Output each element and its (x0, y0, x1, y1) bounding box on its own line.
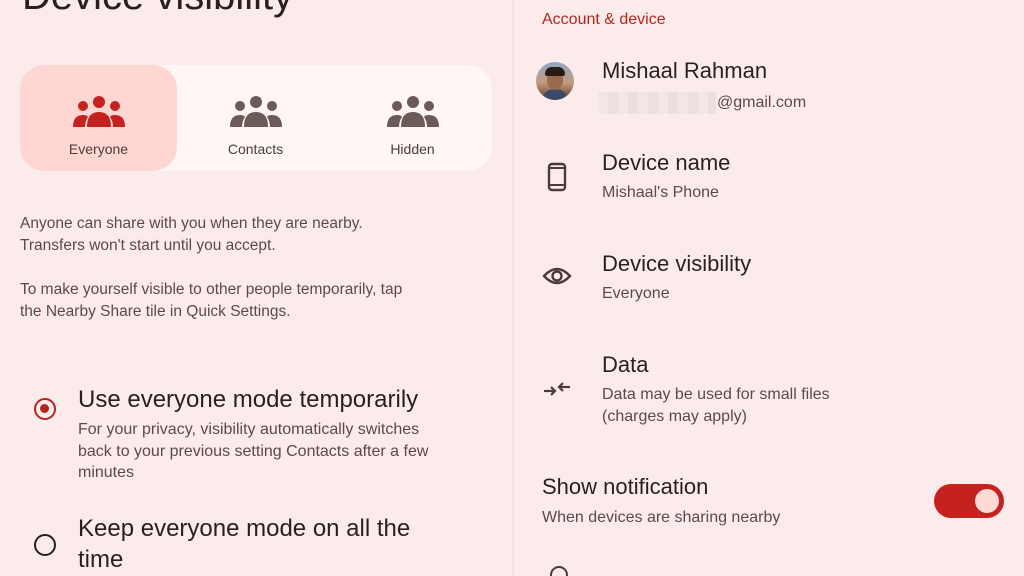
row-title: Data (602, 352, 649, 377)
redacted-email (598, 92, 716, 114)
hint-line: the Nearby Share tile in Quick Settings. (20, 303, 291, 320)
description-line: Transfers won't start until you accept. (20, 237, 276, 254)
option-description-line: minutes (78, 464, 135, 481)
device-visibility-row[interactable]: Device visibility Everyone (514, 249, 1024, 329)
option-description-line: For your privacy, visibility automatical… (78, 421, 420, 438)
segment-contacts[interactable]: Contacts (177, 65, 334, 171)
segment-label: Hidden (390, 141, 435, 157)
option-always[interactable]: Keep everyone mode on all the time (34, 513, 494, 576)
row-title: Device visibility (602, 251, 752, 276)
option-title: Keep everyone mode on all the time (78, 513, 410, 575)
visibility-panel: Device visibility Everyone Contac (0, 0, 512, 576)
phone-icon (547, 162, 567, 192)
row-title: Device name (602, 150, 731, 175)
option-title-line: Keep everyone mode on all the (78, 515, 411, 542)
segment-label: Everyone (68, 141, 129, 157)
account-name: Mishaal Rahman (602, 58, 768, 83)
eye-icon (542, 267, 572, 285)
row-value-line: Data may be used for small files (602, 386, 830, 403)
segment-label: Contacts (227, 141, 284, 157)
visibility-description: Anyone can share with you when they are … (20, 213, 490, 257)
row-value: Everyone (602, 285, 670, 302)
option-temporary[interactable]: Use everyone mode temporarily For your p… (34, 384, 494, 484)
radio-selected[interactable] (34, 398, 56, 420)
account-email: @gmail.com (717, 94, 807, 111)
visibility-segmented-control: Everyone Contacts Hidden (20, 65, 492, 171)
segment-everyone[interactable]: Everyone (20, 65, 177, 171)
partial-row-icon (550, 566, 568, 576)
row-value: When devices are sharing nearby (542, 509, 781, 526)
settings-panel: Account & device Mishaal Rahman @gmail.c… (514, 0, 1024, 576)
row-value: Mishaal's Phone (602, 184, 719, 201)
group-icon (229, 96, 282, 127)
group-icon (386, 96, 439, 127)
quick-settings-hint: To make yourself visible to other people… (20, 279, 490, 323)
segment-hidden[interactable]: Hidden (334, 65, 491, 171)
option-title: Use everyone mode temporarily (78, 386, 419, 413)
data-row[interactable]: Data Data may be used for small files (c… (514, 350, 1024, 440)
section-header: Account & device (542, 11, 666, 28)
data-arrows-icon (544, 382, 570, 396)
option-description-line: back to your previous setting Contacts a… (78, 442, 429, 460)
row-title: Show notification (542, 474, 709, 499)
radio-unselected[interactable] (34, 534, 56, 556)
option-title-line: time (78, 546, 124, 573)
toggle-knob (975, 489, 999, 513)
row-value-line: (charges may apply) (602, 408, 747, 425)
notification-toggle[interactable] (934, 484, 1004, 518)
row-value: Data may be used for small files (charge… (602, 384, 830, 428)
group-icon (72, 96, 125, 127)
account-row[interactable]: Mishaal Rahman @gmail.com (514, 50, 1024, 130)
device-name-row[interactable]: Device name Mishaal's Phone (514, 148, 1024, 228)
option-description: For your privacy, visibility automatical… (78, 419, 488, 484)
avatar (536, 62, 574, 100)
page-title: Device visibility (22, 0, 293, 19)
description-line: Anyone can share with you when they are … (20, 215, 363, 232)
hint-line: To make yourself visible to other people… (20, 281, 403, 298)
